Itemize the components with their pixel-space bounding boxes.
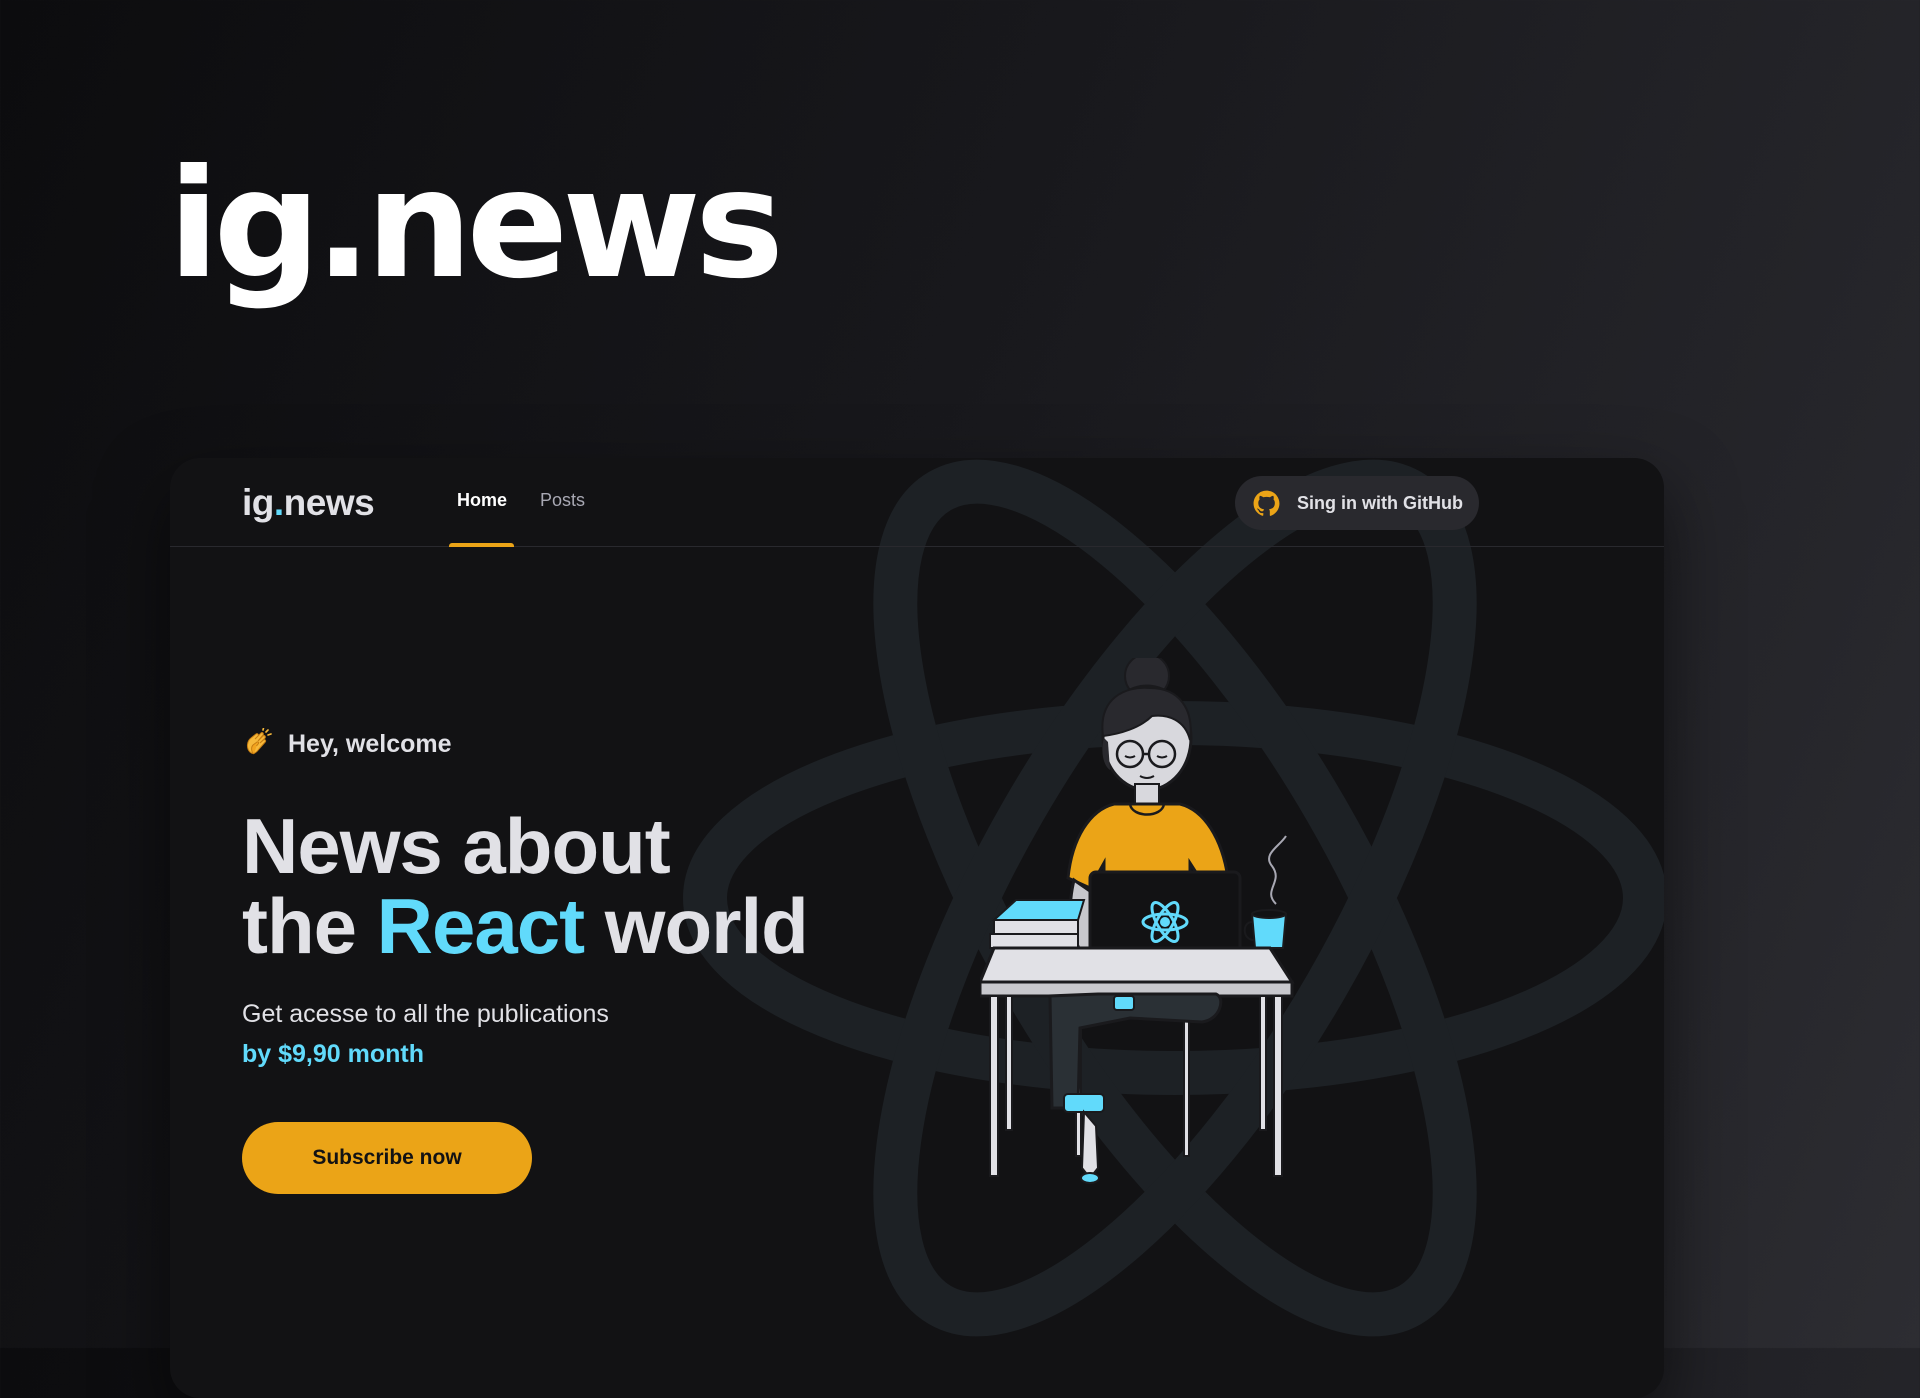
headline-line1: News about (242, 802, 671, 890)
signin-github-button[interactable]: Sing in with GitHub (1235, 476, 1479, 530)
price-text: by $9,90 month (242, 1040, 424, 1068)
app-window: ig.news Home Posts Sing in with GitHub H… (170, 458, 1664, 1398)
subscribe-button[interactable]: Subscribe now (242, 1122, 532, 1194)
headline-accent: React (376, 882, 585, 970)
github-icon (1253, 490, 1280, 516)
signin-github-label: Sing in with GitHub (1297, 493, 1463, 513)
headline-line2-prefix: the (242, 882, 377, 970)
subtitle: Get acesse to all the publications (242, 1000, 609, 1028)
welcome-text: Hey, welcome (288, 730, 452, 758)
logo-dot: . (273, 482, 284, 523)
logo-suffix: news (283, 482, 375, 523)
logo-main: ig (242, 482, 274, 523)
app-header: ig.news Home Posts Sing in with GitHub (170, 458, 1664, 547)
headline-line2-suffix: world (584, 882, 809, 970)
clap-icon (247, 728, 272, 755)
active-nav-indicator (449, 543, 514, 547)
nav-link-posts[interactable]: Posts (540, 490, 585, 511)
welcome-row: Hey, welcome (242, 728, 562, 768)
nav-link-home[interactable]: Home (457, 490, 507, 511)
hero-title: ig.news (168, 138, 784, 312)
app-logo[interactable]: ig.news (242, 482, 375, 524)
developer-illustration (980, 658, 1295, 1184)
headline: News about the React world (242, 806, 882, 966)
